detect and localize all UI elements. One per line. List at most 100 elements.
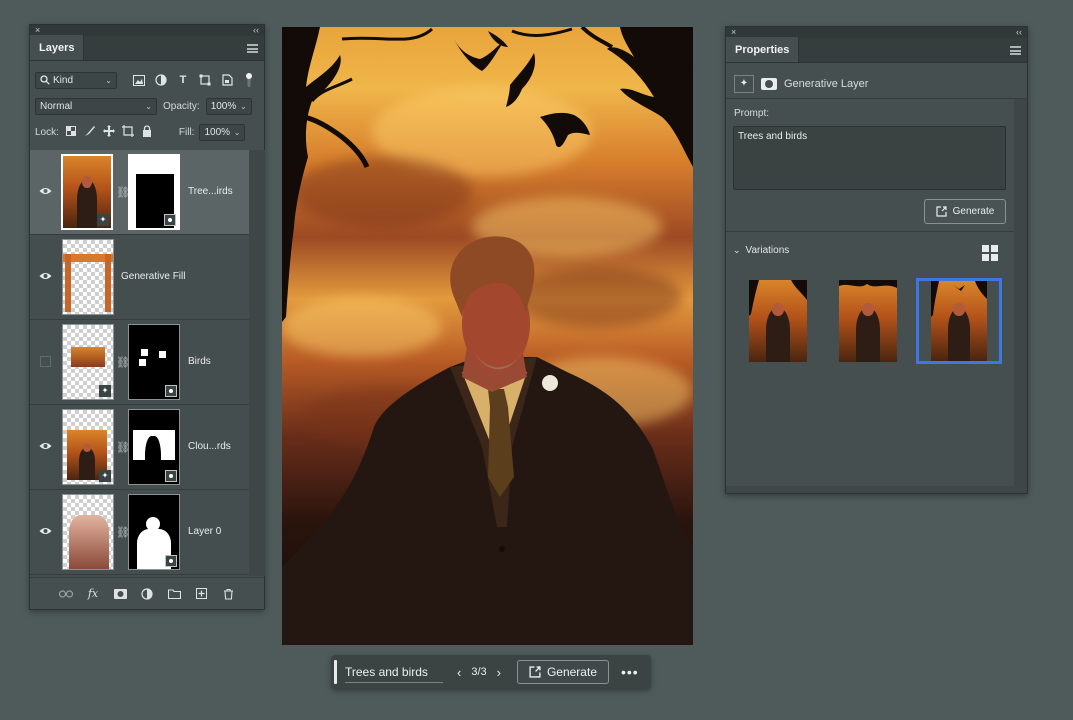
- filter-type-icon[interactable]: T: [175, 72, 191, 88]
- panel-menu-icon[interactable]: [247, 44, 258, 53]
- filter-pixel-icon[interactable]: [131, 72, 147, 88]
- variation-thumbnail[interactable]: [749, 280, 807, 362]
- layer-thumbnail[interactable]: [62, 494, 114, 570]
- properties-scrollbar[interactable]: [1014, 99, 1027, 487]
- generative-badge-icon: ✦: [97, 214, 109, 226]
- taskbar-generate-button[interactable]: Generate: [516, 660, 609, 684]
- adjustment-layer-icon[interactable]: [140, 587, 154, 601]
- layer-thumbnail[interactable]: [62, 239, 114, 315]
- layers-footer: fx: [30, 577, 264, 609]
- grid-view-icon[interactable]: [982, 245, 998, 261]
- layer-name[interactable]: Layer 0: [188, 526, 221, 537]
- more-options-icon[interactable]: •••: [621, 664, 639, 680]
- lock-transparency-icon[interactable]: [64, 125, 78, 139]
- layer-row[interactable]: ✦ ⛓ Tree...irds: [30, 150, 249, 235]
- generate-icon: [529, 666, 541, 678]
- filter-shape-icon[interactable]: [197, 72, 213, 88]
- layer-row[interactable]: Generative Fill: [30, 235, 249, 320]
- filter-kind-dropdown[interactable]: Kind ⌄: [35, 71, 117, 89]
- properties-tabbar: Properties: [726, 37, 1027, 63]
- layers-panel: × ‹‹ Layers Kind ⌄ T Normal ⌄ Opacity: 1…: [29, 24, 265, 610]
- layer-mask-thumbnail[interactable]: [128, 494, 180, 570]
- eye-icon[interactable]: [39, 271, 52, 281]
- layers-scrollbar[interactable]: [249, 150, 265, 576]
- new-layer-icon[interactable]: [194, 587, 208, 601]
- collapse-icon[interactable]: ‹‹: [1016, 28, 1022, 37]
- layer-mask-thumbnail[interactable]: [128, 409, 180, 485]
- opacity-label: Opacity:: [163, 100, 200, 112]
- fill-field[interactable]: 100% ⌄: [199, 123, 246, 141]
- left-tree: [282, 27, 341, 322]
- prompt-input[interactable]: Trees and birds: [733, 126, 1006, 190]
- previous-variation-button[interactable]: ‹: [457, 665, 461, 680]
- visibility-toggle[interactable]: [40, 356, 51, 367]
- trash-icon[interactable]: [221, 587, 235, 601]
- layer-mask-thumbnail[interactable]: [128, 324, 180, 400]
- variation-thumbnail[interactable]: [839, 280, 897, 362]
- filter-smart-object-icon[interactable]: [219, 72, 235, 88]
- layer-row[interactable]: ✦ ⛓ Clou...rds: [30, 405, 249, 490]
- bird: [454, 39, 504, 71]
- close-icon[interactable]: ×: [35, 26, 40, 35]
- generative-badge-icon: ✦: [99, 470, 111, 482]
- layer-name[interactable]: Clou...rds: [188, 441, 231, 452]
- filter-toggle-icon[interactable]: [241, 72, 257, 88]
- lock-pixels-icon[interactable]: [83, 125, 97, 140]
- chevron-down-icon: ⌄: [239, 101, 247, 111]
- layer-name[interactable]: Birds: [188, 356, 211, 367]
- fill-value: 100%: [204, 126, 231, 138]
- layer-thumbnail[interactable]: ✦: [62, 324, 114, 400]
- variation-counter: 3/3: [471, 666, 487, 678]
- close-icon[interactable]: ×: [731, 28, 736, 37]
- divider: [726, 231, 1014, 232]
- layer-name[interactable]: Tree...irds: [188, 186, 233, 197]
- variation-thumbnail-selected[interactable]: [916, 278, 1002, 364]
- tab-properties[interactable]: Properties: [726, 37, 800, 62]
- layer-row[interactable]: ✦ ⛓ Birds: [30, 320, 249, 405]
- jacket-button: [499, 546, 505, 552]
- layer-row[interactable]: ⛓ Layer 0: [30, 490, 249, 575]
- lock-artboard-icon[interactable]: [121, 124, 135, 140]
- generative-badge-icon: ✦: [99, 385, 111, 397]
- layer-thumbnail[interactable]: ✦: [62, 409, 114, 485]
- eye-icon[interactable]: [39, 526, 52, 536]
- blend-mode-dropdown[interactable]: Normal ⌄: [35, 97, 157, 115]
- layer-mask-thumbnail[interactable]: [128, 154, 180, 230]
- variations-toggle[interactable]: ⌄ Variations: [733, 245, 789, 256]
- layers-tabbar: Layers: [30, 35, 264, 61]
- link-layers-icon[interactable]: [59, 587, 73, 601]
- fx-icon[interactable]: fx: [86, 587, 100, 601]
- opacity-field[interactable]: 100% ⌄: [205, 97, 252, 115]
- lock-all-icon[interactable]: [140, 124, 154, 140]
- mask-badge-icon: [164, 214, 176, 226]
- generative-layer-icon[interactable]: ✦: [734, 74, 754, 93]
- tab-layers[interactable]: Layers: [30, 35, 85, 60]
- eye-icon[interactable]: [39, 186, 52, 196]
- layer-filter-row: Kind ⌄ T: [30, 67, 264, 93]
- next-variation-button[interactable]: ›: [497, 665, 501, 680]
- document-canvas[interactable]: [282, 27, 693, 645]
- right-tree: [607, 27, 693, 167]
- search-icon: [40, 75, 50, 85]
- properties-bottom-bar: [726, 486, 1027, 493]
- layer-list: ✦ ⛓ Tree...irds Generative Fill ✦ ⛓ Bird…: [30, 150, 249, 576]
- lock-position-icon[interactable]: [102, 124, 116, 140]
- filter-adjustment-icon[interactable]: [153, 72, 169, 88]
- collapse-icon[interactable]: ‹‹: [253, 26, 259, 35]
- layer-name[interactable]: Generative Fill: [121, 271, 185, 282]
- blend-row: Normal ⌄ Opacity: 100% ⌄: [30, 93, 264, 119]
- filter-kind-label: Kind: [53, 74, 74, 86]
- mask-badge-icon: [165, 555, 177, 567]
- eye-icon[interactable]: [39, 441, 52, 451]
- panel-menu-icon[interactable]: [1010, 46, 1021, 55]
- taskbar-drag-handle[interactable]: [334, 660, 337, 684]
- boutonniere: [542, 375, 558, 391]
- chevron-down-icon: ⌄: [105, 75, 112, 85]
- generate-button[interactable]: Generate: [924, 199, 1006, 224]
- bird: [488, 31, 508, 47]
- folder-icon[interactable]: [167, 587, 181, 601]
- add-mask-icon[interactable]: [113, 587, 127, 601]
- layer-thumbnail[interactable]: ✦: [61, 154, 113, 230]
- taskbar-prompt-input[interactable]: Trees and birds: [345, 661, 443, 683]
- mask-icon[interactable]: [761, 77, 777, 90]
